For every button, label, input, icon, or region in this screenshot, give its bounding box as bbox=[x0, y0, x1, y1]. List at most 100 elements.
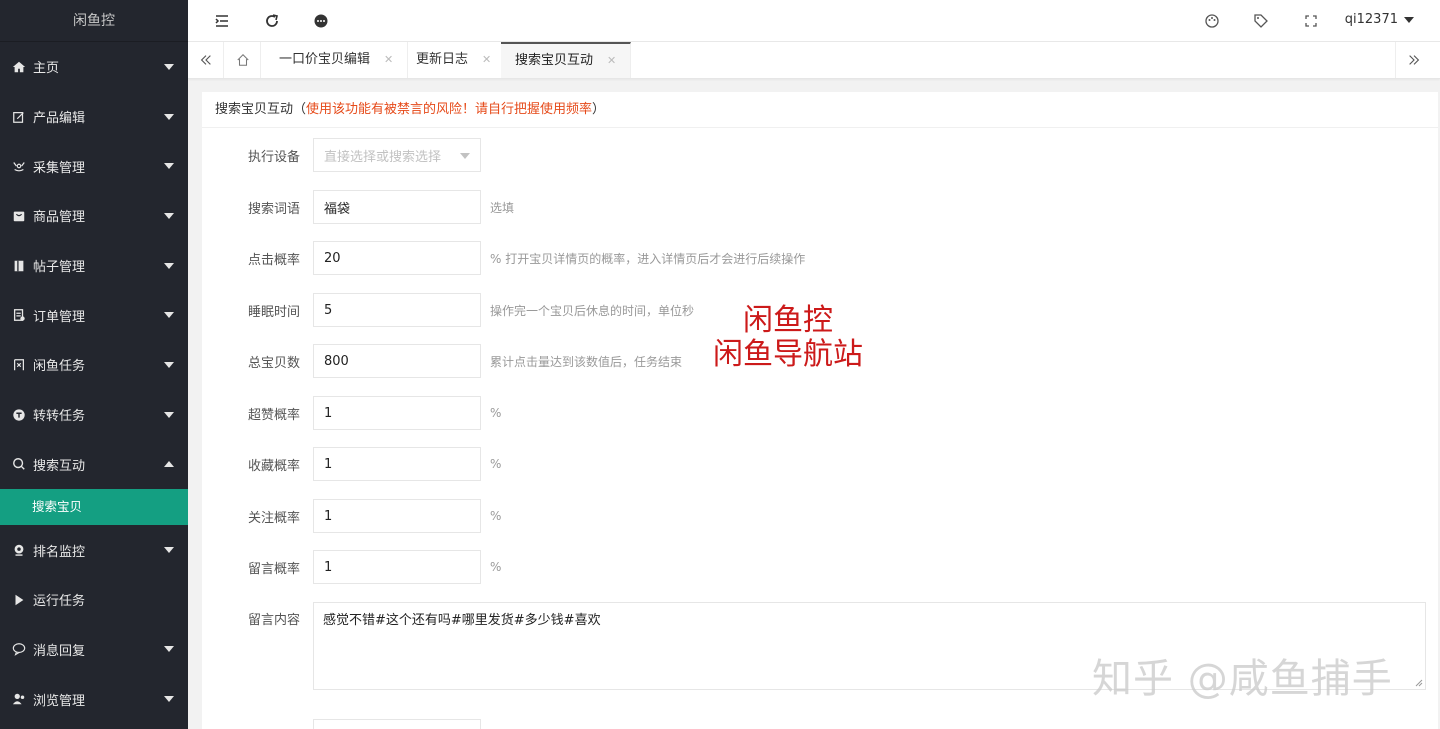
sidebar-item-label: 浏览管理 bbox=[33, 693, 86, 709]
tab-label: 搜索宝贝互动 bbox=[515, 53, 594, 68]
sidebar-item-label: 闲鱼任务 bbox=[33, 359, 86, 375]
sidebar-item-label: 搜索互动 bbox=[33, 458, 86, 474]
rank-icon bbox=[11, 542, 27, 558]
click-rate-hint: % 打开宝贝详情页的概率，进入详情页后才会进行后续操作 bbox=[490, 251, 806, 266]
sleep-input[interactable]: 5 bbox=[313, 293, 481, 327]
sidebar-item-label: 转转任务 bbox=[33, 409, 86, 425]
comment-rate-input[interactable]: 1 bbox=[313, 550, 481, 584]
message-icon bbox=[11, 641, 27, 657]
sidebar-item-label: 产品编辑 bbox=[33, 111, 86, 127]
close-icon[interactable]: ✕ bbox=[482, 53, 491, 66]
warning-text: 使用该功能有被禁言的风险！请自行把握使用频率 bbox=[306, 102, 593, 117]
tab-bar: 一口价宝贝编辑 ✕ 更新日志 ✕ 搜索宝贝互动 ✕ bbox=[188, 42, 1440, 79]
sidebar-subitem-search-goods[interactable]: 搜索宝贝 bbox=[0, 489, 188, 526]
sidebar-item-search-interact[interactable]: 搜索互动 bbox=[0, 440, 188, 490]
tabs-scroll-right-icon[interactable] bbox=[1395, 42, 1431, 78]
tag-icon[interactable] bbox=[1252, 12, 1270, 30]
total-hint: 累计点击量达到该数值后，任务结束 bbox=[490, 354, 683, 369]
tab-item-changelog[interactable]: 更新日志 ✕ bbox=[402, 42, 507, 78]
card-title: 搜索宝贝互动（使用该功能有被禁言的风险！请自行把握使用频率） bbox=[202, 92, 1438, 128]
sidebar-item-label: 主页 bbox=[33, 61, 60, 77]
keyword-label: 搜索词语 bbox=[247, 201, 300, 217]
sidebar-item-product-edit[interactable]: 产品编辑 bbox=[0, 92, 188, 142]
chevron-down-icon bbox=[164, 696, 174, 703]
close-icon[interactable]: ✕ bbox=[607, 54, 616, 67]
keyword-input[interactable]: 福袋 bbox=[313, 190, 481, 224]
card-title-end: ） bbox=[592, 102, 606, 117]
chevron-up-icon bbox=[164, 461, 174, 468]
like-rate-hint: % bbox=[490, 406, 502, 420]
sidebar-item-posts[interactable]: 帖子管理 bbox=[0, 241, 188, 291]
fullscreen-icon[interactable] bbox=[1302, 12, 1320, 30]
sidebar-item-rank[interactable]: 排名监控 bbox=[0, 525, 188, 575]
main-card: 搜索宝贝互动（使用该功能有被禁言的风险！请自行把握使用频率） 执行设备 直接选择… bbox=[202, 92, 1438, 729]
tab-label: 更新日志 bbox=[416, 52, 469, 67]
comment-rate-hint: % bbox=[490, 560, 502, 574]
next-field-input[interactable] bbox=[313, 719, 481, 729]
chevron-down-icon bbox=[164, 113, 174, 120]
browse-icon bbox=[11, 691, 27, 707]
sidebar-item-home[interactable]: 主页 bbox=[0, 42, 188, 92]
chat-icon[interactable] bbox=[312, 12, 330, 30]
close-icon[interactable]: ✕ bbox=[384, 53, 393, 66]
watermark: 知乎 @咸鱼捕手 bbox=[1092, 656, 1393, 702]
user-menu[interactable]: qi12371 bbox=[1345, 12, 1414, 27]
chevron-down-icon bbox=[460, 153, 470, 159]
chevron-down-icon bbox=[164, 547, 174, 554]
search-icon bbox=[11, 456, 27, 472]
chevron-down-icon bbox=[164, 411, 174, 418]
comment-content-value: 感觉不错#这个还有吗#哪里发货#多少钱#喜欢 bbox=[323, 613, 601, 628]
sidebar-item-label: 运行任务 bbox=[33, 594, 86, 610]
tab-item-search-interact[interactable]: 搜索宝贝互动 ✕ bbox=[501, 42, 632, 78]
resize-handle-icon[interactable] bbox=[1415, 679, 1423, 687]
sidebar-item-run-task[interactable]: 运行任务 bbox=[0, 575, 188, 625]
fav-rate-input[interactable]: 1 bbox=[313, 447, 481, 481]
fav-rate-hint: % bbox=[490, 457, 502, 471]
home-icon bbox=[11, 59, 27, 75]
top-header: qi12371 bbox=[188, 0, 1440, 42]
follow-rate-hint: % bbox=[490, 509, 502, 523]
total-label: 总宝贝数 bbox=[247, 355, 300, 371]
app-logo: 闲鱼控 bbox=[0, 0, 188, 42]
sidebar-item-orders[interactable]: 订单管理 bbox=[0, 290, 188, 340]
fish-task-icon bbox=[11, 357, 27, 373]
tab-item-edit[interactable]: 一口价宝贝编辑 ✕ bbox=[265, 42, 409, 78]
edit-icon bbox=[11, 109, 27, 125]
home-tab-icon[interactable] bbox=[225, 42, 261, 78]
order-icon bbox=[11, 307, 27, 323]
menu-fold-icon[interactable] bbox=[213, 12, 231, 30]
device-select[interactable]: 直接选择或搜索选择 bbox=[313, 138, 481, 172]
sidebar-item-fish-task[interactable]: 闲鱼任务 bbox=[0, 340, 188, 390]
sidebar-item-message[interactable]: 消息回复 bbox=[0, 625, 188, 675]
follow-rate-input[interactable]: 1 bbox=[313, 499, 481, 533]
sidebar-item-goods[interactable]: 商品管理 bbox=[0, 191, 188, 241]
chevron-down-icon bbox=[1404, 16, 1414, 23]
like-rate-input[interactable]: 1 bbox=[313, 396, 481, 430]
overlay-text-line2: 闲鱼导航站 bbox=[713, 337, 863, 372]
overlay-text-line1: 闲鱼控 bbox=[743, 303, 833, 338]
comment-content-label: 留言内容 bbox=[247, 612, 300, 628]
sidebar-item-zhuanzhuan[interactable]: 转转任务 bbox=[0, 390, 188, 440]
device-label: 执行设备 bbox=[247, 149, 300, 165]
sidebar-item-collect[interactable]: 采集管理 bbox=[0, 141, 188, 191]
click-rate-label: 点击概率 bbox=[247, 252, 300, 268]
play-icon bbox=[11, 592, 27, 608]
sidebar-item-label: 采集管理 bbox=[33, 160, 86, 176]
goods-icon bbox=[11, 208, 27, 224]
chevron-down-icon bbox=[164, 646, 174, 653]
comment-rate-label: 留言概率 bbox=[247, 561, 300, 577]
chevron-down-icon bbox=[164, 212, 174, 219]
tab-label: 一口价宝贝编辑 bbox=[279, 52, 371, 67]
refresh-icon[interactable] bbox=[263, 12, 281, 30]
username: qi12371 bbox=[1344, 12, 1398, 27]
like-rate-label: 超赞概率 bbox=[247, 407, 300, 423]
sidebar-item-label: 商品管理 bbox=[33, 210, 86, 226]
total-input[interactable]: 800 bbox=[313, 344, 481, 378]
theme-icon[interactable] bbox=[1203, 12, 1221, 30]
sidebar-item-label: 排名监控 bbox=[33, 544, 86, 560]
click-rate-input[interactable]: 20 bbox=[313, 241, 481, 275]
chevron-down-icon bbox=[164, 63, 174, 70]
tabs-scroll-left-icon[interactable] bbox=[188, 42, 224, 78]
zhuanzhuan-icon bbox=[11, 407, 27, 423]
sidebar-item-browse[interactable]: 浏览管理 bbox=[0, 674, 188, 724]
